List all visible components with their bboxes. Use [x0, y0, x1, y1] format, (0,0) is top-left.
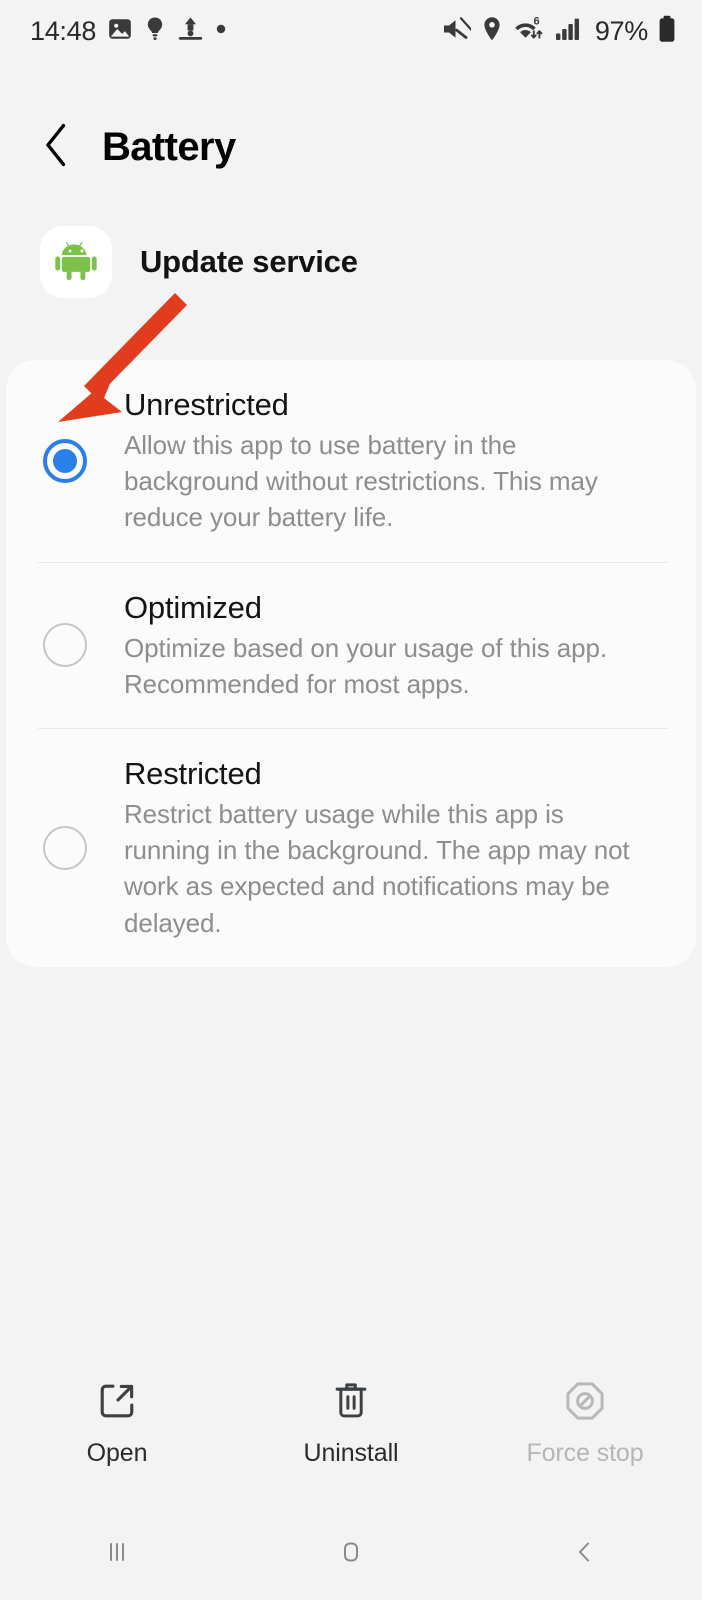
uninstall-button[interactable]: Uninstall	[234, 1355, 468, 1485]
force-stop-button: Force stop	[468, 1355, 702, 1485]
android-robot-icon	[53, 237, 99, 288]
status-bar-right: 6 97%	[441, 15, 676, 48]
radio-button-selected[interactable]	[43, 438, 87, 483]
back-button-nav[interactable]	[468, 1535, 702, 1574]
optimized-radio[interactable]	[6, 623, 124, 668]
radio-button-unselected[interactable]	[43, 623, 87, 668]
battery-icon	[658, 15, 676, 48]
back-chevron-icon	[40, 123, 74, 172]
location-icon	[481, 16, 503, 47]
option-title: Restricted	[124, 756, 262, 791]
block-octagon-icon	[562, 1375, 608, 1427]
uninstall-label: Uninstall	[303, 1439, 399, 1467]
app-header-row: Update service	[0, 224, 702, 300]
trash-icon	[328, 1375, 374, 1427]
home-button[interactable]	[234, 1535, 468, 1574]
force-stop-label: Force stop	[526, 1439, 644, 1467]
external-link-icon	[94, 1375, 140, 1427]
unrestricted-radio[interactable]	[6, 438, 124, 483]
page-header: Battery	[0, 104, 702, 190]
option-text: Optimized Optimize based on your usage o…	[124, 589, 666, 702]
option-title: Unrestricted	[124, 387, 289, 422]
option-unrestricted[interactable]: Unrestricted Allow this app to use batte…	[6, 360, 696, 562]
home-icon	[334, 1535, 368, 1574]
status-bar-clock: 14:48	[30, 15, 97, 46]
mute-icon	[441, 15, 477, 47]
signal-icon	[555, 16, 583, 47]
option-text: Unrestricted Allow this app to use batte…	[124, 386, 666, 536]
upload-icon	[177, 15, 204, 47]
app-actions-bar: Open Uninstall Force stop	[0, 1355, 702, 1485]
back-button[interactable]	[34, 123, 80, 172]
option-text: Restricted Restrict battery usage while …	[124, 755, 666, 941]
android-nav-bar	[0, 1508, 702, 1600]
back-icon	[568, 1535, 602, 1574]
open-button[interactable]: Open	[0, 1355, 234, 1485]
option-description: Restrict battery usage while this app is…	[124, 799, 630, 938]
option-description: Allow this app to use battery in the bac…	[124, 430, 598, 533]
wifi6-icon: 6	[513, 15, 545, 47]
app-icon	[40, 226, 112, 298]
restricted-radio[interactable]	[6, 825, 124, 870]
option-restricted[interactable]: Restricted Restrict battery usage while …	[6, 729, 696, 967]
option-description: Optimize based on your usage of this app…	[124, 632, 607, 699]
page-title: Battery	[102, 124, 236, 169]
status-bar-left: 14:48	[30, 15, 227, 47]
photo-icon	[107, 16, 133, 47]
recents-icon	[100, 1535, 134, 1574]
svg-text:6: 6	[533, 16, 539, 28]
settings-battery-screen: 14:48 6 97% Battery Update service Unres…	[0, 0, 702, 1600]
recents-button[interactable]	[0, 1535, 234, 1574]
option-title: Optimized	[124, 589, 262, 625]
option-optimized[interactable]: Optimized Optimize based on your usage o…	[6, 563, 696, 728]
dot-icon	[215, 22, 227, 40]
battery-usage-options-card: Unrestricted Allow this app to use batte…	[6, 360, 696, 967]
app-name: Update service	[140, 244, 358, 279]
status-bar: 14:48 6 97%	[0, 0, 702, 62]
open-label: Open	[86, 1439, 148, 1467]
battery-percentage: 97%	[594, 15, 648, 46]
lightbulb-icon	[144, 16, 166, 47]
radio-button-unselected[interactable]	[43, 825, 87, 870]
